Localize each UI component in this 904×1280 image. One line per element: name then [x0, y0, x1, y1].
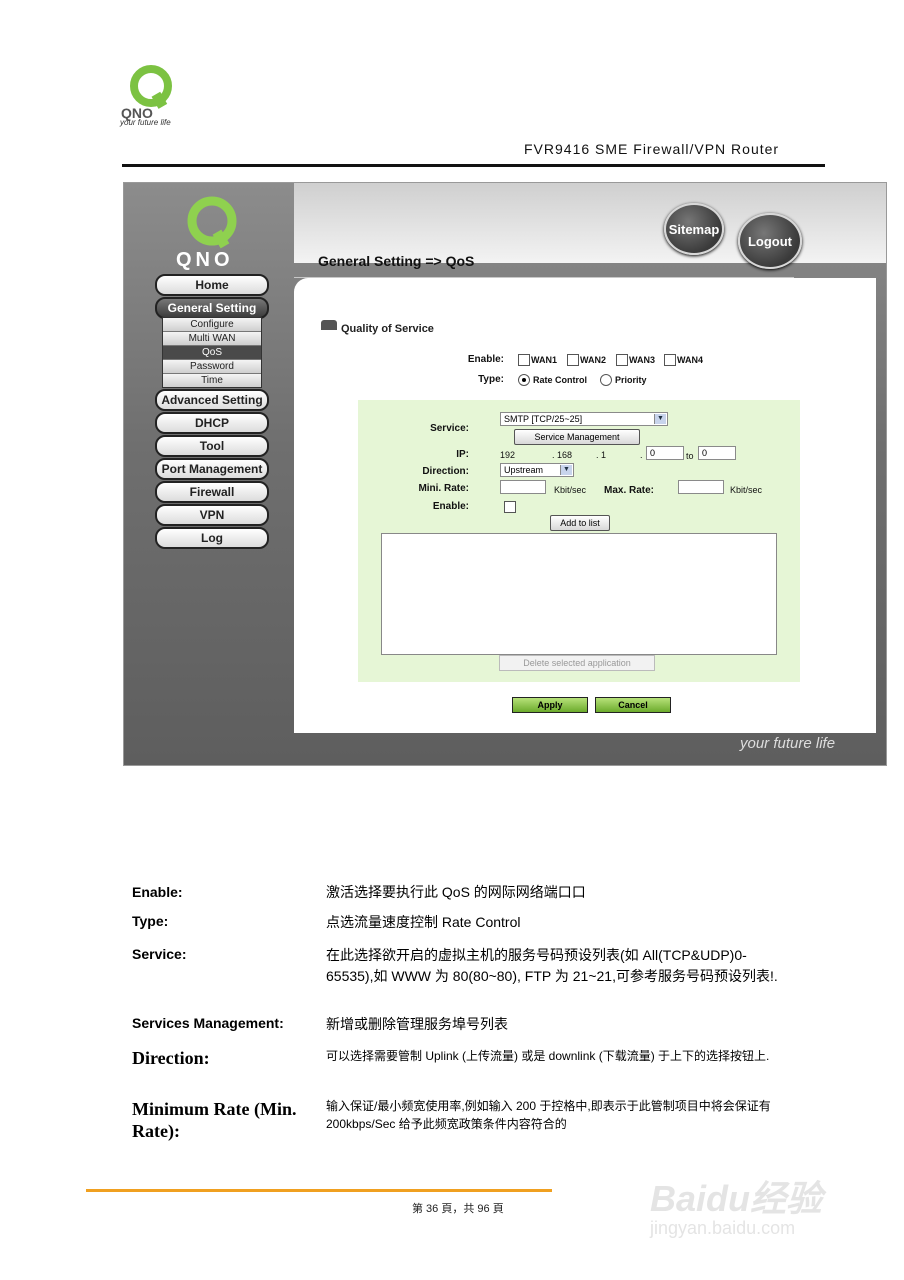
desc-direction: 可以选择需要管制 Uplink (上传流量) 或是 downlink (下载流量…: [326, 1049, 770, 1063]
ip-octet-3: . 1: [596, 450, 607, 460]
nav-firewall[interactable]: Firewall: [155, 481, 269, 503]
rule-enable-label: Enable:: [432, 501, 469, 512]
subnav-qos[interactable]: QoS: [163, 346, 261, 360]
rule-enable-checkbox[interactable]: [504, 501, 516, 513]
router-brand: QNO: [176, 249, 234, 271]
min-rate-label: Mini. Rate:: [418, 483, 469, 494]
nav-log[interactable]: Log: [155, 527, 269, 549]
direction-select[interactable]: Upstream ▼: [500, 463, 574, 477]
sitemap-button[interactable]: Sitemap: [664, 203, 724, 255]
service-management-button[interactable]: Service Management: [514, 429, 640, 445]
wan2-checkbox[interactable]: [567, 354, 579, 366]
subnav-time[interactable]: Time: [163, 374, 261, 387]
subnav-configure[interactable]: Configure: [163, 318, 261, 332]
desc-type: 点选流量速度控制 Rate Control: [326, 914, 521, 930]
logout-button[interactable]: Logout: [738, 213, 802, 269]
section-title: Quality of Service: [341, 323, 434, 335]
chevron-down-icon: ▼: [654, 414, 666, 424]
desc-enable: 激活选择要执行此 QoS 的网际网络端口口: [326, 884, 586, 900]
nav-dhcp[interactable]: DHCP: [155, 412, 269, 434]
header-divider: [122, 164, 825, 167]
desc-services-management: 新增或删除管理服务埠号列表: [326, 1016, 508, 1032]
direction-label: Direction:: [422, 466, 469, 477]
folder-icon: [321, 320, 337, 330]
type-label: Type:: [478, 374, 504, 385]
nav-home[interactable]: Home: [155, 274, 269, 296]
service-value: SMTP [TCP/25~25]: [504, 414, 583, 424]
rate-control-radio[interactable]: [518, 374, 530, 386]
nav-advanced-setting[interactable]: Advanced Setting: [155, 389, 269, 411]
logo-tagline: your future life: [120, 118, 171, 127]
page-number: 第 36 頁，共 96 頁: [412, 1203, 504, 1215]
nav-port-management[interactable]: Port Management: [155, 458, 269, 480]
min-rate-field[interactable]: [500, 480, 546, 494]
desc-service: 在此选择欲开启的虚拟主机的服务号码预设列表(如 All(TCP&UDP)0-65…: [326, 947, 778, 984]
nav-general-setting[interactable]: General Setting: [155, 297, 269, 319]
nav-vpn[interactable]: VPN: [155, 504, 269, 526]
router-screenshot: QNO Sitemap Logout General Setting => Qo…: [123, 182, 887, 766]
wan2-label: WAN2: [580, 355, 607, 365]
max-rate-label: Max. Rate:: [603, 485, 654, 496]
enable-label: Enable:: [467, 354, 504, 365]
min-rate-unit: Kbit/sec: [554, 485, 587, 495]
ip-label: IP:: [456, 449, 469, 460]
max-rate-unit: Kbit/sec: [730, 485, 763, 495]
footer-divider: [86, 1189, 552, 1192]
term-services-management: Services Management:: [132, 1015, 284, 1031]
chevron-down-icon: ▼: [560, 465, 572, 475]
ip-octet-1: 192: [500, 450, 516, 460]
ip-to-field[interactable]: 0: [698, 446, 736, 460]
rate-control-label: Rate Control: [533, 375, 587, 385]
subnav-password[interactable]: Password: [163, 360, 261, 374]
subnav-multi-wan[interactable]: Multi WAN: [163, 332, 261, 346]
nav-tool[interactable]: Tool: [155, 435, 269, 457]
wan1-label: WAN1: [531, 355, 558, 365]
max-rate-field[interactable]: [678, 480, 724, 494]
desc-minimum-rate: 输入保证/最小频宽使用率,例如输入 200 于控格中,即表示于此管制项目中将会保…: [326, 1099, 771, 1131]
footer-slogan: your future life: [740, 735, 836, 752]
term-minimum-rate: Minimum Rate (Min. Rate):: [132, 1099, 297, 1141]
direction-value: Upstream: [504, 465, 544, 475]
term-direction: Direction:: [132, 1048, 210, 1068]
rule-list[interactable]: [381, 533, 777, 655]
service-label: Service:: [430, 423, 469, 434]
service-select[interactable]: SMTP [TCP/25~25] ▼: [500, 412, 668, 426]
apply-button[interactable]: Apply: [512, 697, 588, 713]
wan4-checkbox[interactable]: [664, 354, 676, 366]
page-heading: General Setting => QoS: [318, 253, 475, 269]
general-setting-submenu: Configure Multi WAN QoS Password Time: [162, 317, 262, 388]
cancel-button[interactable]: Cancel: [595, 697, 671, 713]
term-type: Type:: [132, 913, 169, 929]
ip-from-field[interactable]: 0: [646, 446, 684, 460]
watermark-main: Baidu经验: [650, 1178, 823, 1219]
ip-dot: .: [640, 450, 643, 460]
term-enable: Enable:: [132, 884, 183, 900]
priority-radio[interactable]: [600, 374, 612, 386]
baidu-watermark: Baidu经验 jingyan.baidu.com: [640, 1150, 860, 1250]
wan4-label: WAN4: [677, 355, 704, 365]
wan1-checkbox[interactable]: [518, 354, 530, 366]
document-title: FVR9416 SME Firewall/VPN Router: [524, 141, 780, 157]
delete-selected-button[interactable]: Delete selected application: [499, 655, 655, 671]
priority-label: Priority: [615, 375, 647, 385]
wan3-label: WAN3: [629, 355, 656, 365]
qno-brand-icon: [187, 196, 237, 249]
wan3-checkbox[interactable]: [616, 354, 628, 366]
watermark-url: jingyan.baidu.com: [650, 1218, 796, 1238]
ip-octet-2: . 168: [552, 450, 573, 460]
term-service: Service:: [132, 946, 187, 962]
add-to-list-button[interactable]: Add to list: [550, 515, 610, 531]
to-label: to: [686, 451, 694, 461]
heading-divider: [294, 277, 794, 278]
